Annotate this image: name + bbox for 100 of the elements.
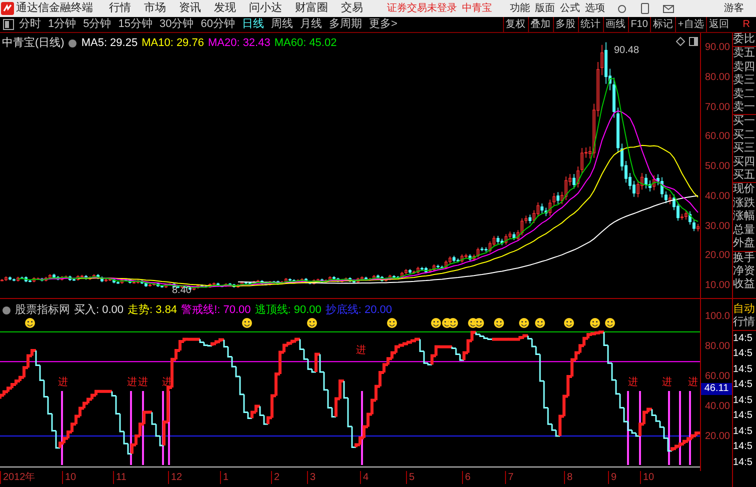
user-name[interactable]: 游客 [724, 2, 744, 15]
date-axis-label: 4 [360, 471, 369, 484]
period-tab[interactable]: 多周期 [329, 16, 362, 33]
mail-icon[interactable] [663, 4, 674, 12]
price-axis-label: 10.00 [704, 280, 730, 292]
smiley-icon [307, 318, 317, 328]
toolbar-button[interactable]: 叠加 [528, 17, 553, 32]
toolbar-button[interactable]: +自选 [674, 17, 706, 32]
tick-time: 14:5 [733, 440, 754, 454]
date-axis-label: 8 [564, 471, 573, 484]
period-tab[interactable]: 60分钟 [200, 16, 235, 33]
tick-panel-title: 行情 [733, 316, 756, 331]
smiley-icon [605, 318, 615, 328]
login-status[interactable]: 证券交易未登录 [387, 2, 457, 15]
stock-name-link[interactable]: 中青宝 [462, 2, 492, 15]
tick-time: 14:5 [733, 378, 754, 392]
tick-time: 14:5 [733, 424, 754, 439]
toolbar-button[interactable]: 标记 [650, 17, 675, 32]
period-tab[interactable]: 周线 [271, 16, 293, 33]
date-axis-label: 1 [220, 471, 229, 484]
quote-field-label: 卖一 [733, 101, 756, 114]
menu-item[interactable]: 财富圈 [295, 2, 328, 15]
smiley-icon [431, 318, 441, 328]
quote-field-label: 买四 [733, 156, 756, 169]
period-tab[interactable]: 日线 [242, 16, 264, 33]
date-axis-label: 9 [608, 471, 617, 484]
indicator-value: 走势: 3.84 [128, 302, 178, 318]
menu-item[interactable]: 资讯 [179, 2, 201, 15]
date-axis-label: 7 [505, 471, 514, 484]
buy-signal-label: 进 [127, 377, 137, 388]
high-price-label: 90.48 [614, 44, 640, 58]
ma-value: MA5: 29.25 [81, 36, 138, 51]
period-tab[interactable]: 5分钟 [83, 16, 112, 33]
price-axis-label: 40.00 [704, 190, 730, 203]
panel-toggle-icon[interactable] [3, 19, 14, 30]
indicator-axis-label: 60.00 [704, 371, 730, 383]
smiley-icon [448, 318, 458, 328]
menu-item[interactable]: 行情 [109, 2, 131, 15]
toolbar-button[interactable]: 返回 [706, 17, 731, 32]
menu-item[interactable]: 版面 [535, 2, 555, 15]
smiley-icon [494, 318, 504, 328]
period-tab[interactable]: 15分钟 [118, 16, 152, 33]
toolbar-button[interactable]: 多股 [552, 17, 578, 32]
quote-field-label: 委比 [733, 33, 756, 46]
toolbar-button[interactable]: 复权 [502, 17, 528, 32]
quote-field-label: 卖二 [733, 88, 756, 101]
low-price-label: 8.40 [172, 284, 192, 298]
smiley-icon [590, 318, 600, 328]
toolbar-button[interactable]: 统计 [578, 17, 603, 32]
window-icon[interactable] [689, 37, 698, 46]
buy-signal-label: 进 [628, 377, 638, 388]
quote-field-label: 换手 [733, 252, 756, 265]
chart-title: 中青宝(日线) [2, 36, 64, 51]
period-tab[interactable]: 1分钟 [48, 16, 76, 33]
period-tab[interactable]: 更多> [369, 16, 398, 33]
period-tab[interactable]: 月线 [300, 16, 322, 33]
tick-time: 14:5 [733, 332, 754, 346]
menu-item[interactable]: 功能 [510, 2, 530, 15]
smiley-icon [242, 318, 252, 328]
buy-signal-label: 进 [58, 377, 68, 388]
date-axis-label: 6 [462, 471, 471, 484]
indicator-axis-label: 46.11 [701, 383, 732, 395]
ma-value: MA20: 32.43 [208, 36, 270, 51]
menu-item[interactable]: 交易 [341, 2, 363, 15]
smiley-icon [474, 318, 484, 328]
smiley-icon [25, 318, 35, 328]
period-tab[interactable]: 30分钟 [160, 16, 194, 33]
indicator-axis-label: 40.00 [704, 401, 730, 413]
smiley-icon [519, 318, 529, 328]
menu-item[interactable]: 问小达 [249, 2, 282, 15]
date-axis-label: 2012年 [0, 471, 36, 484]
buy-signal-label: 进 [688, 377, 698, 388]
logo-icon [1, 2, 14, 15]
toolbar-button[interactable]: 画线 [602, 17, 628, 32]
buy-signal-label: 进 [356, 345, 366, 356]
quote-field-label: 买五 [733, 169, 756, 182]
smiley-icon [564, 318, 574, 328]
menu-item[interactable]: 公式 [560, 2, 580, 15]
tick-time: 14:5 [733, 347, 754, 362]
date-axis-label: 12 [168, 471, 182, 484]
price-axis-label: 50.00 [704, 161, 730, 173]
toolbar-button[interactable]: F10 [628, 17, 650, 32]
phone-icon[interactable] [641, 3, 649, 14]
indicator-value: 买入: 0.00 [74, 303, 124, 318]
auto-mode-label[interactable]: 自动 [733, 303, 756, 316]
quote-field-label: 买一 [733, 115, 756, 129]
date-axis-label: 3 [307, 471, 316, 484]
quote-field-label: 买三 [733, 142, 756, 156]
menu-item[interactable]: 市场 [144, 2, 166, 15]
buy-signal-label: 进 [662, 377, 672, 388]
price-axis-label: 90.00 [704, 42, 730, 54]
quote-field-label: 总量 [733, 224, 756, 237]
menu-item[interactable]: 发现 [214, 2, 236, 15]
period-tab[interactable]: 分时 [19, 16, 41, 33]
diamond-icon[interactable] [676, 37, 685, 46]
date-axis-label: 2 [271, 471, 280, 484]
smiley-icon [387, 318, 397, 328]
menu-item[interactable]: 选项 [585, 2, 605, 15]
quote-field-label: 现价 [733, 183, 756, 197]
app-title: 通达信金融终端 [16, 2, 93, 15]
